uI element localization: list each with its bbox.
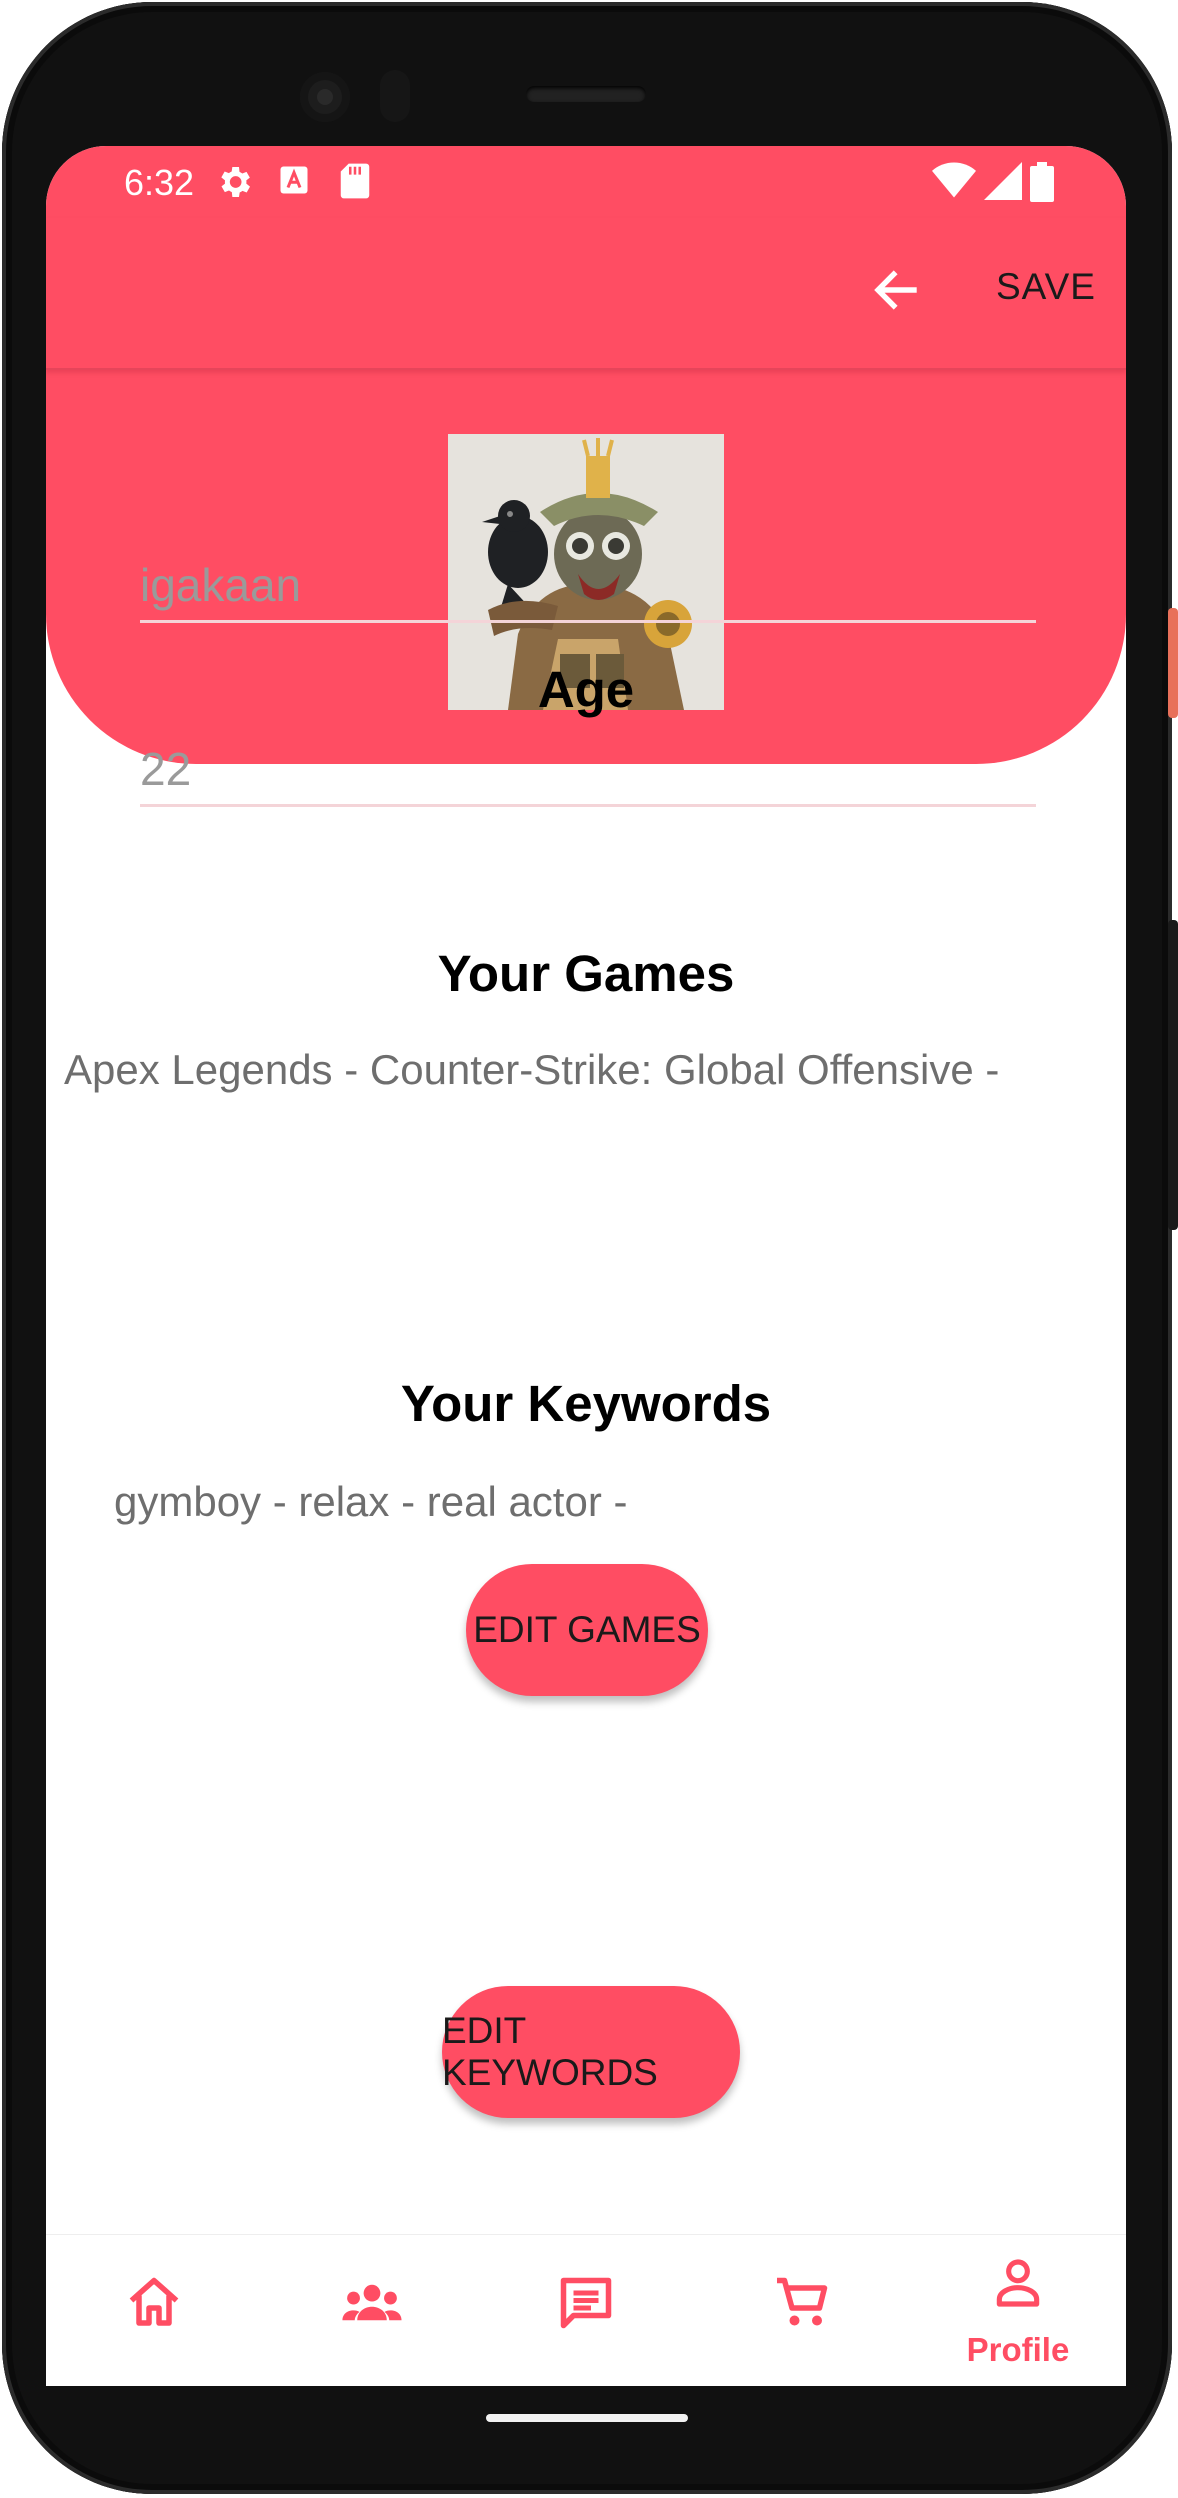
front-camera bbox=[300, 72, 350, 122]
nav-item-profile[interactable]: Profile bbox=[910, 2235, 1126, 2386]
edit-games-button[interactable]: EDIT GAMES bbox=[466, 1564, 708, 1696]
cart-icon bbox=[777, 2277, 828, 2326]
username-value: igakaan bbox=[140, 559, 302, 611]
nav-item-people[interactable] bbox=[262, 2235, 478, 2386]
edit-keywords-button[interactable]: EDIT KEYWORDS bbox=[442, 1986, 740, 2118]
proximity-sensor bbox=[380, 70, 410, 122]
save-button[interactable]: SAVE bbox=[996, 266, 1096, 308]
arrow-left-icon bbox=[874, 270, 917, 310]
age-heading: Age bbox=[537, 661, 635, 718]
home-indicator[interactable] bbox=[486, 2414, 688, 2422]
status-time: 6:32 bbox=[124, 162, 195, 203]
nav-item-cart[interactable] bbox=[694, 2235, 910, 2386]
sd-card-icon bbox=[338, 162, 372, 205]
age-value: 22 bbox=[140, 743, 192, 795]
signal-icon bbox=[984, 162, 1022, 205]
battery-icon bbox=[1030, 162, 1054, 207]
keywords-heading: Your Keywords bbox=[400, 1375, 772, 1432]
games-list-text: Apex Legends - Counter-Strike: Global Of… bbox=[64, 1046, 1000, 1093]
wifi-icon bbox=[932, 162, 976, 205]
age-field[interactable]: 22 bbox=[140, 742, 1036, 807]
username-field[interactable]: igakaan bbox=[140, 558, 1036, 623]
keywords-list-text: gymboy - relax - real actor - bbox=[114, 1478, 628, 1525]
gear-icon bbox=[214, 162, 254, 207]
people-icon bbox=[342, 2284, 402, 2321]
games-heading: Your Games bbox=[437, 945, 735, 1002]
toolbar: SAVE bbox=[46, 218, 1126, 370]
nav-item-home[interactable] bbox=[46, 2235, 262, 2386]
volume-button bbox=[1168, 920, 1178, 1230]
bottom-navigation: Profile bbox=[46, 2234, 1126, 2386]
status-bar: 6:32 bbox=[46, 146, 1126, 218]
nav-item-chat[interactable] bbox=[478, 2235, 694, 2386]
home-icon bbox=[129, 2277, 179, 2326]
text-a-icon bbox=[276, 162, 312, 203]
phone-frame: 6:32 SAVE igakaan Age 22 Your Games Apex… bbox=[0, 0, 1178, 2498]
power-button bbox=[1168, 608, 1178, 718]
app-screen: 6:32 SAVE igakaan Age 22 Your Games Apex… bbox=[46, 146, 1126, 2386]
chat-icon bbox=[560, 2277, 612, 2329]
earpiece-speaker bbox=[526, 86, 646, 102]
nav-label-profile: Profile bbox=[966, 2331, 1070, 2368]
person-icon bbox=[996, 2259, 1040, 2307]
back-button[interactable] bbox=[864, 258, 928, 322]
